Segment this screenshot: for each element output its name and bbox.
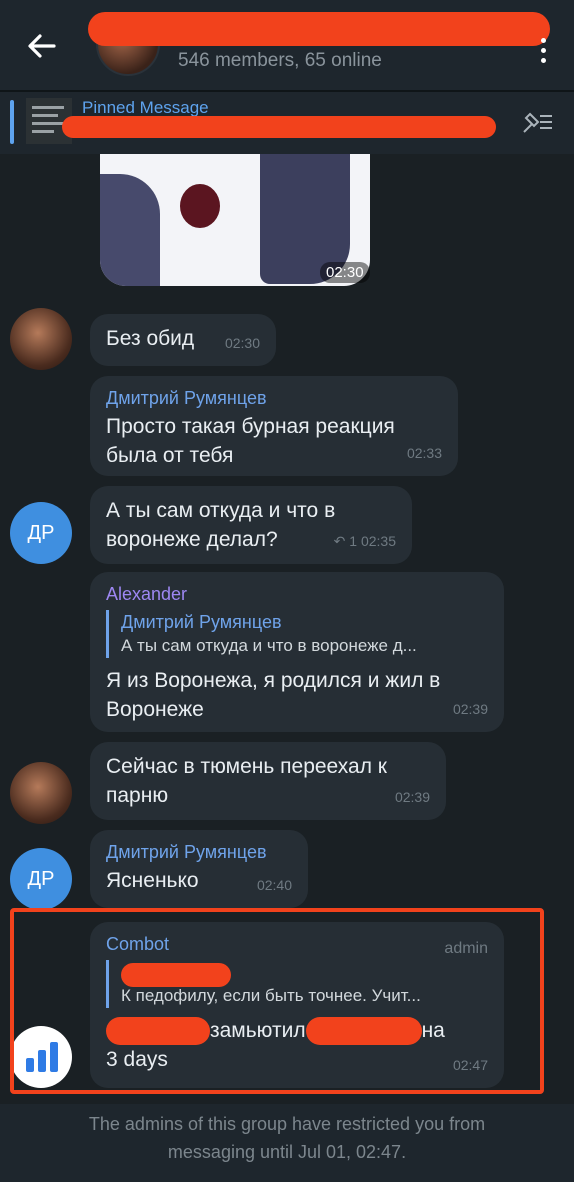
sender-name[interactable]: Alexander — [106, 582, 488, 606]
group-member-count: 546 members, 65 online — [178, 50, 382, 71]
message-time: 02:30 — [224, 335, 260, 351]
pinned-message-bar[interactable]: Pinned Message — [0, 92, 574, 154]
highlight-frame — [10, 908, 544, 1094]
restricted-line-2: messaging until Jul 01, 02:47. — [167, 1142, 407, 1162]
avatar[interactable]: ДР — [10, 502, 72, 564]
back-arrow-icon[interactable] — [22, 26, 62, 66]
more-menu-icon[interactable] — [538, 38, 548, 72]
message-time: 02:33 — [406, 445, 442, 461]
restricted-notice: The admins of this group have restricted… — [0, 1104, 574, 1182]
message-text: Просто такая бурная реакция была от тебя — [106, 415, 395, 467]
pinned-list-icon[interactable] — [520, 108, 554, 141]
redacted-group-title — [88, 12, 550, 46]
avatar[interactable] — [10, 308, 72, 370]
message-time: 02:39 — [452, 701, 488, 717]
avatar[interactable] — [10, 762, 72, 824]
sticker-time: 02:30 — [320, 262, 370, 283]
message-text: Ясненько — [106, 869, 199, 892]
message-time: 02:39 — [394, 789, 430, 805]
sender-name[interactable]: Дмитрий Румянцев — [106, 840, 292, 864]
redacted-pinned-text — [62, 116, 496, 138]
message-text: Сейчас в тюмень переехал к парню — [106, 755, 387, 807]
message-bubble[interactable]: Alexander Дмитрий Румянцев А ты сам отку… — [90, 572, 504, 732]
reply-count: 1 — [349, 533, 358, 549]
quote-text: А ты сам откуда и что в воронеже д... — [121, 636, 417, 655]
message-time: 02:40 — [256, 877, 292, 893]
message-bubble[interactable]: Дмитрий Румянцев Ясненько 02:40 — [90, 830, 308, 908]
message-text: Я из Воронежа, я родился и жил в Воронеж… — [106, 669, 441, 721]
message-bubble[interactable]: А ты сам откуда и что в воронеже делал? … — [90, 486, 412, 564]
pinned-indicator — [10, 100, 14, 144]
message-text: Без обид — [106, 327, 195, 350]
reply-arrow-icon: ↶ — [333, 533, 350, 549]
message-bubble[interactable]: Дмитрий Румянцев Просто такая бурная реа… — [90, 376, 458, 476]
restricted-line-1: The admins of this group have restricted… — [88, 1114, 486, 1134]
message-bubble[interactable]: Сейчас в тюмень переехал к парню 02:39 — [90, 742, 446, 820]
quote-author: Дмитрий Румянцев — [121, 612, 282, 632]
reply-quote[interactable]: Дмитрий Румянцев А ты сам откуда и что в… — [106, 610, 488, 658]
avatar[interactable]: ДР — [10, 848, 72, 910]
message-time: 02:35 — [360, 533, 396, 549]
message-bubble[interactable]: Без обид 02:30 — [90, 314, 276, 366]
chat-header: 546 members, 65 online — [0, 0, 574, 90]
sender-name[interactable]: Дмитрий Румянцев — [106, 386, 442, 410]
message-meta: ↶ 1 02:35 — [334, 527, 396, 556]
pinned-title: Pinned Message — [82, 98, 209, 117]
